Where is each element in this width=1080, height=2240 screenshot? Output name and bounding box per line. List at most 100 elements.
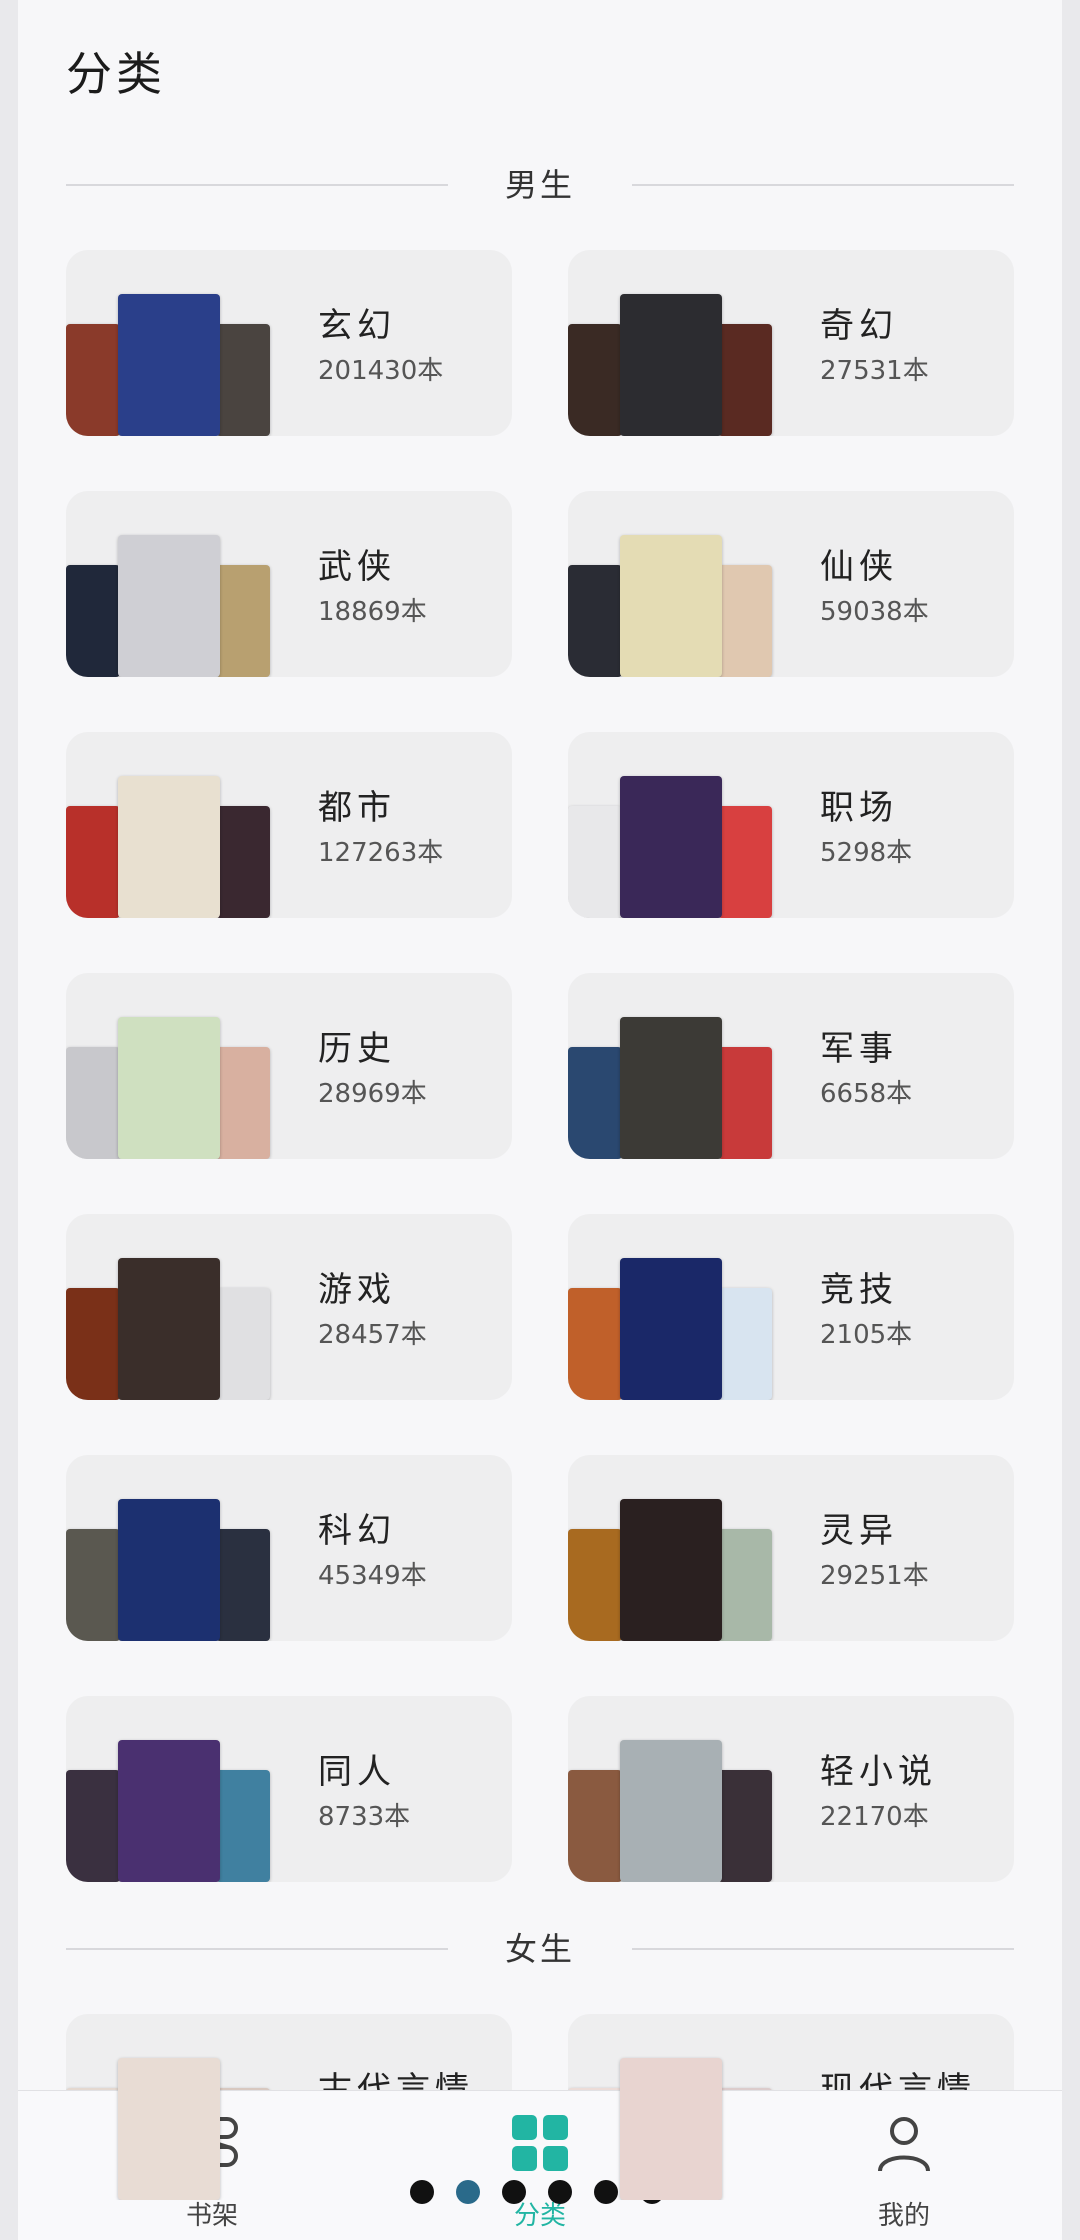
category-count: 6658本 xyxy=(820,1079,913,1109)
book-cover xyxy=(66,324,120,436)
book-cover xyxy=(118,535,220,677)
category-name: 职场 xyxy=(820,788,898,828)
page-dot xyxy=(456,2180,480,2204)
category-count: 201430本 xyxy=(318,356,444,386)
category-count: 59038本 xyxy=(820,597,929,627)
book-cover xyxy=(216,1288,270,1400)
category-card[interactable]: 仙侠 59038本 xyxy=(568,491,1014,677)
book-cover xyxy=(718,1047,772,1159)
category-card[interactable]: 奇幻 27531本 xyxy=(568,250,1014,436)
category-card[interactable]: 职场 5298本 xyxy=(568,732,1014,918)
book-cover xyxy=(718,565,772,677)
book-cover xyxy=(568,1770,622,1882)
book-cover xyxy=(66,1770,120,1882)
category-count: 8733本 xyxy=(318,1802,411,1832)
category-name: 奇幻 xyxy=(820,306,898,346)
book-cover xyxy=(66,1288,120,1400)
book-cover xyxy=(568,565,622,677)
book-cover xyxy=(718,806,772,918)
category-count: 18869本 xyxy=(318,597,427,627)
category-card[interactable]: 武侠 18869本 xyxy=(66,491,512,677)
category-card[interactable]: 历史 28969本 xyxy=(66,973,512,1159)
nav-label: 我的 xyxy=(877,2201,930,2231)
category-count: 45349本 xyxy=(318,1561,427,1591)
book-cover xyxy=(620,1258,722,1400)
page-dot xyxy=(502,2180,526,2204)
page-dot xyxy=(548,2180,572,2204)
category-card[interactable]: 竞技 2105本 xyxy=(568,1214,1014,1400)
book-cover xyxy=(620,1740,722,1882)
category-name: 军事 xyxy=(820,1029,898,1069)
book-cover xyxy=(216,1047,270,1159)
book-cover xyxy=(66,806,120,918)
book-cover xyxy=(216,806,270,918)
book-cover xyxy=(620,2058,722,2200)
category-card[interactable]: 军事 6658本 xyxy=(568,973,1014,1159)
book-cover xyxy=(620,294,722,436)
page-title: 分类 xyxy=(66,47,166,101)
profile-icon xyxy=(878,2117,930,2172)
category-count: 127263本 xyxy=(318,838,444,868)
category-card[interactable]: 游戏 28457本 xyxy=(66,1214,512,1400)
book-cover xyxy=(568,1529,622,1641)
category-name: 灵异 xyxy=(820,1511,898,1551)
book-cover xyxy=(568,324,622,436)
book-cover xyxy=(568,1288,622,1400)
book-cover xyxy=(718,1770,772,1882)
category-name: 游戏 xyxy=(318,1270,396,1310)
category-card[interactable]: 灵异 29251本 xyxy=(568,1455,1014,1641)
category-count: 29251本 xyxy=(820,1561,929,1591)
category-grid-icon xyxy=(512,2115,568,2171)
category-count: 5298本 xyxy=(820,838,913,868)
category-name: 竞技 xyxy=(820,1270,898,1310)
category-count: 28969本 xyxy=(318,1079,427,1109)
category-name: 武侠 xyxy=(318,547,396,587)
book-cover xyxy=(118,1740,220,1882)
book-cover xyxy=(66,1529,120,1641)
category-card[interactable]: 都市 127263本 xyxy=(66,732,512,918)
divider-line xyxy=(632,1948,1014,1950)
page-dot xyxy=(410,2180,434,2204)
category-card[interactable]: 玄幻 201430本 xyxy=(66,250,512,436)
divider-line xyxy=(632,184,1014,186)
book-cover xyxy=(66,565,120,677)
section-header-male: 男生 xyxy=(66,154,1014,214)
book-cover xyxy=(216,565,270,677)
book-cover xyxy=(620,776,722,918)
book-cover xyxy=(118,1499,220,1641)
book-cover xyxy=(718,324,772,436)
category-name: 科幻 xyxy=(318,1511,396,1551)
category-count: 22170本 xyxy=(820,1802,929,1832)
page-dot xyxy=(594,2180,618,2204)
book-cover xyxy=(118,294,220,436)
category-card[interactable]: 科幻 45349本 xyxy=(66,1455,512,1641)
nav-item-profile[interactable]: 我的 xyxy=(804,2091,1004,2240)
book-cover xyxy=(620,535,722,677)
book-cover xyxy=(620,1017,722,1159)
nav-item-category[interactable]: 分类 xyxy=(440,2091,640,2240)
book-cover xyxy=(568,1047,622,1159)
book-cover xyxy=(118,1017,220,1159)
category-name: 同人 xyxy=(318,1752,396,1792)
section-label: 女生 xyxy=(504,1930,575,1968)
book-cover xyxy=(118,776,220,918)
category-card[interactable]: 轻小说 22170本 xyxy=(568,1696,1014,1882)
book-cover xyxy=(118,1258,220,1400)
book-cover xyxy=(216,1529,270,1641)
book-cover xyxy=(216,324,270,436)
category-name: 轻小说 xyxy=(820,1752,937,1792)
book-cover xyxy=(118,2058,220,2200)
category-count: 2105本 xyxy=(820,1320,913,1350)
category-name: 都市 xyxy=(318,788,396,828)
book-cover xyxy=(620,1499,722,1641)
book-cover xyxy=(66,1047,120,1159)
book-cover xyxy=(718,1288,772,1400)
book-cover xyxy=(216,1770,270,1882)
category-count: 28457本 xyxy=(318,1320,427,1350)
nav-label: 书架 xyxy=(185,2201,238,2231)
category-card[interactable]: 同人 8733本 xyxy=(66,1696,512,1882)
section-label: 男生 xyxy=(504,166,575,204)
book-cover xyxy=(568,806,622,918)
category-name: 仙侠 xyxy=(820,547,898,587)
category-count: 27531本 xyxy=(820,356,929,386)
